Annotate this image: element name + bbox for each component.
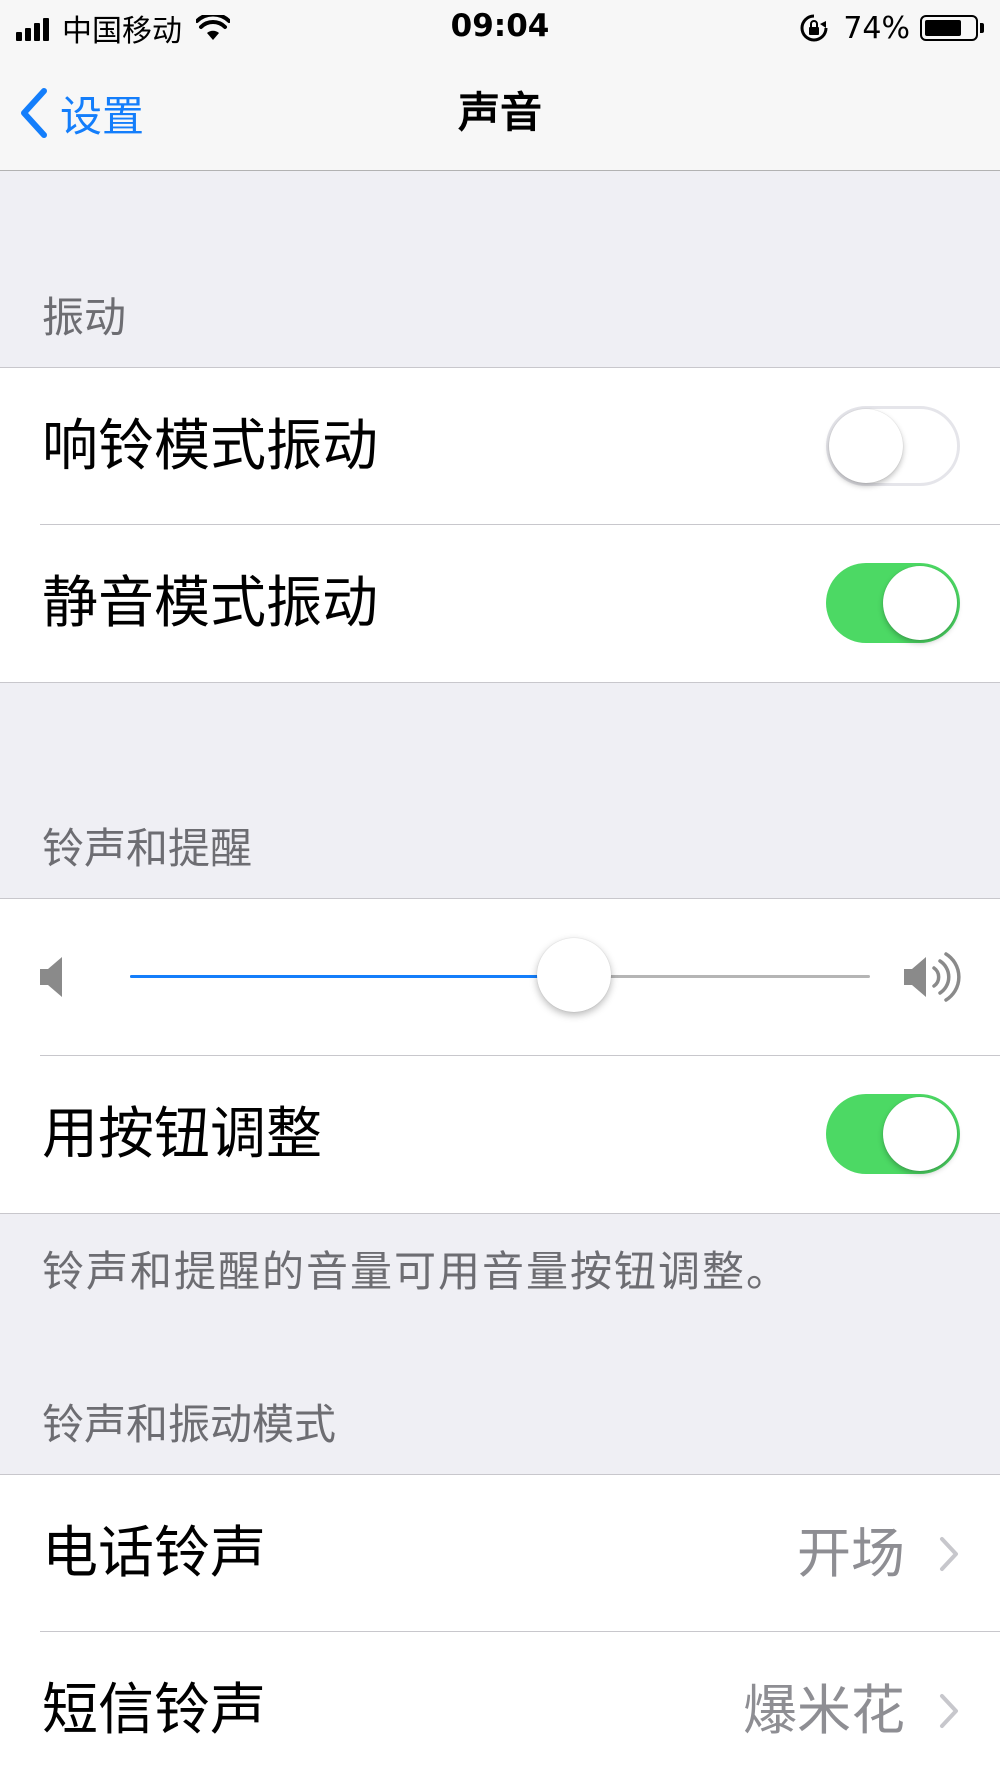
settings-sound-page: 中国移动 09:04 74% 设置 声音 振动 响铃模式振动 静音模式振动 铃声… <box>0 0 1000 1779</box>
rotation-lock-icon <box>800 14 828 42</box>
battery-icon <box>920 15 978 41</box>
change-with-buttons-row: 用按钮调整 <box>0 1056 1000 1213</box>
vibrate-on-silent-toggle[interactable] <box>826 563 960 643</box>
chevron-right-icon <box>940 1537 958 1571</box>
vibrate-on-ring-label: 响铃模式振动 <box>42 414 378 479</box>
ringtone-value: 开场 <box>797 1522 905 1585</box>
battery-fill <box>925 20 961 36</box>
volume-high-icon <box>904 952 961 1002</box>
sounds-patterns-group: 电话铃声 开场 短信铃声 爆米花 <box>0 1474 1000 1779</box>
toggle-knob <box>883 1097 957 1171</box>
vibrate-on-silent-row: 静音模式振动 <box>0 525 1000 682</box>
volume-slider-row <box>0 899 1000 1056</box>
ringer-alerts-footer: 铃声和提醒的音量可用音量按钮调整。 <box>42 1247 791 1296</box>
vibrate-on-ring-row: 响铃模式振动 <box>0 368 1000 525</box>
vibrate-group: 响铃模式振动 静音模式振动 <box>0 367 1000 683</box>
text-tone-label: 短信铃声 <box>42 1678 266 1743</box>
change-with-buttons-label: 用按钮调整 <box>42 1102 322 1167</box>
volume-slider-thumb[interactable] <box>537 938 611 1012</box>
page-title: 声音 <box>457 88 542 137</box>
navigation-bar: 设置 声音 <box>0 56 1000 171</box>
chevron-right-icon <box>940 1694 958 1728</box>
ringtone-row[interactable]: 电话铃声 开场 <box>0 1475 1000 1632</box>
ringtone-label: 电话铃声 <box>42 1521 266 1586</box>
change-with-buttons-toggle[interactable] <box>826 1094 960 1174</box>
status-bar: 中国移动 09:04 74% <box>0 0 1000 56</box>
text-tone-value: 爆米花 <box>743 1679 905 1742</box>
text-tone-row[interactable]: 短信铃声 爆米花 <box>0 1632 1000 1779</box>
ringer-alerts-group: 用按钮调整 <box>0 898 1000 1214</box>
volume-low-icon <box>40 957 62 997</box>
volume-slider-fill <box>130 975 574 978</box>
section-header-vibrate: 振动 <box>42 293 127 342</box>
battery-cap <box>980 23 984 33</box>
status-right: 74% <box>799 8 984 48</box>
volume-slider[interactable] <box>130 938 870 1012</box>
section-header-ringer-alerts: 铃声和提醒 <box>42 824 253 873</box>
section-header-sounds-patterns: 铃声和振动模式 <box>42 1400 337 1449</box>
vibrate-on-ring-toggle[interactable] <box>826 406 960 486</box>
toggle-knob <box>883 566 957 640</box>
vibrate-on-silent-label: 静音模式振动 <box>42 571 378 636</box>
toggle-knob <box>829 409 903 483</box>
battery-percent: 74% <box>843 10 910 46</box>
